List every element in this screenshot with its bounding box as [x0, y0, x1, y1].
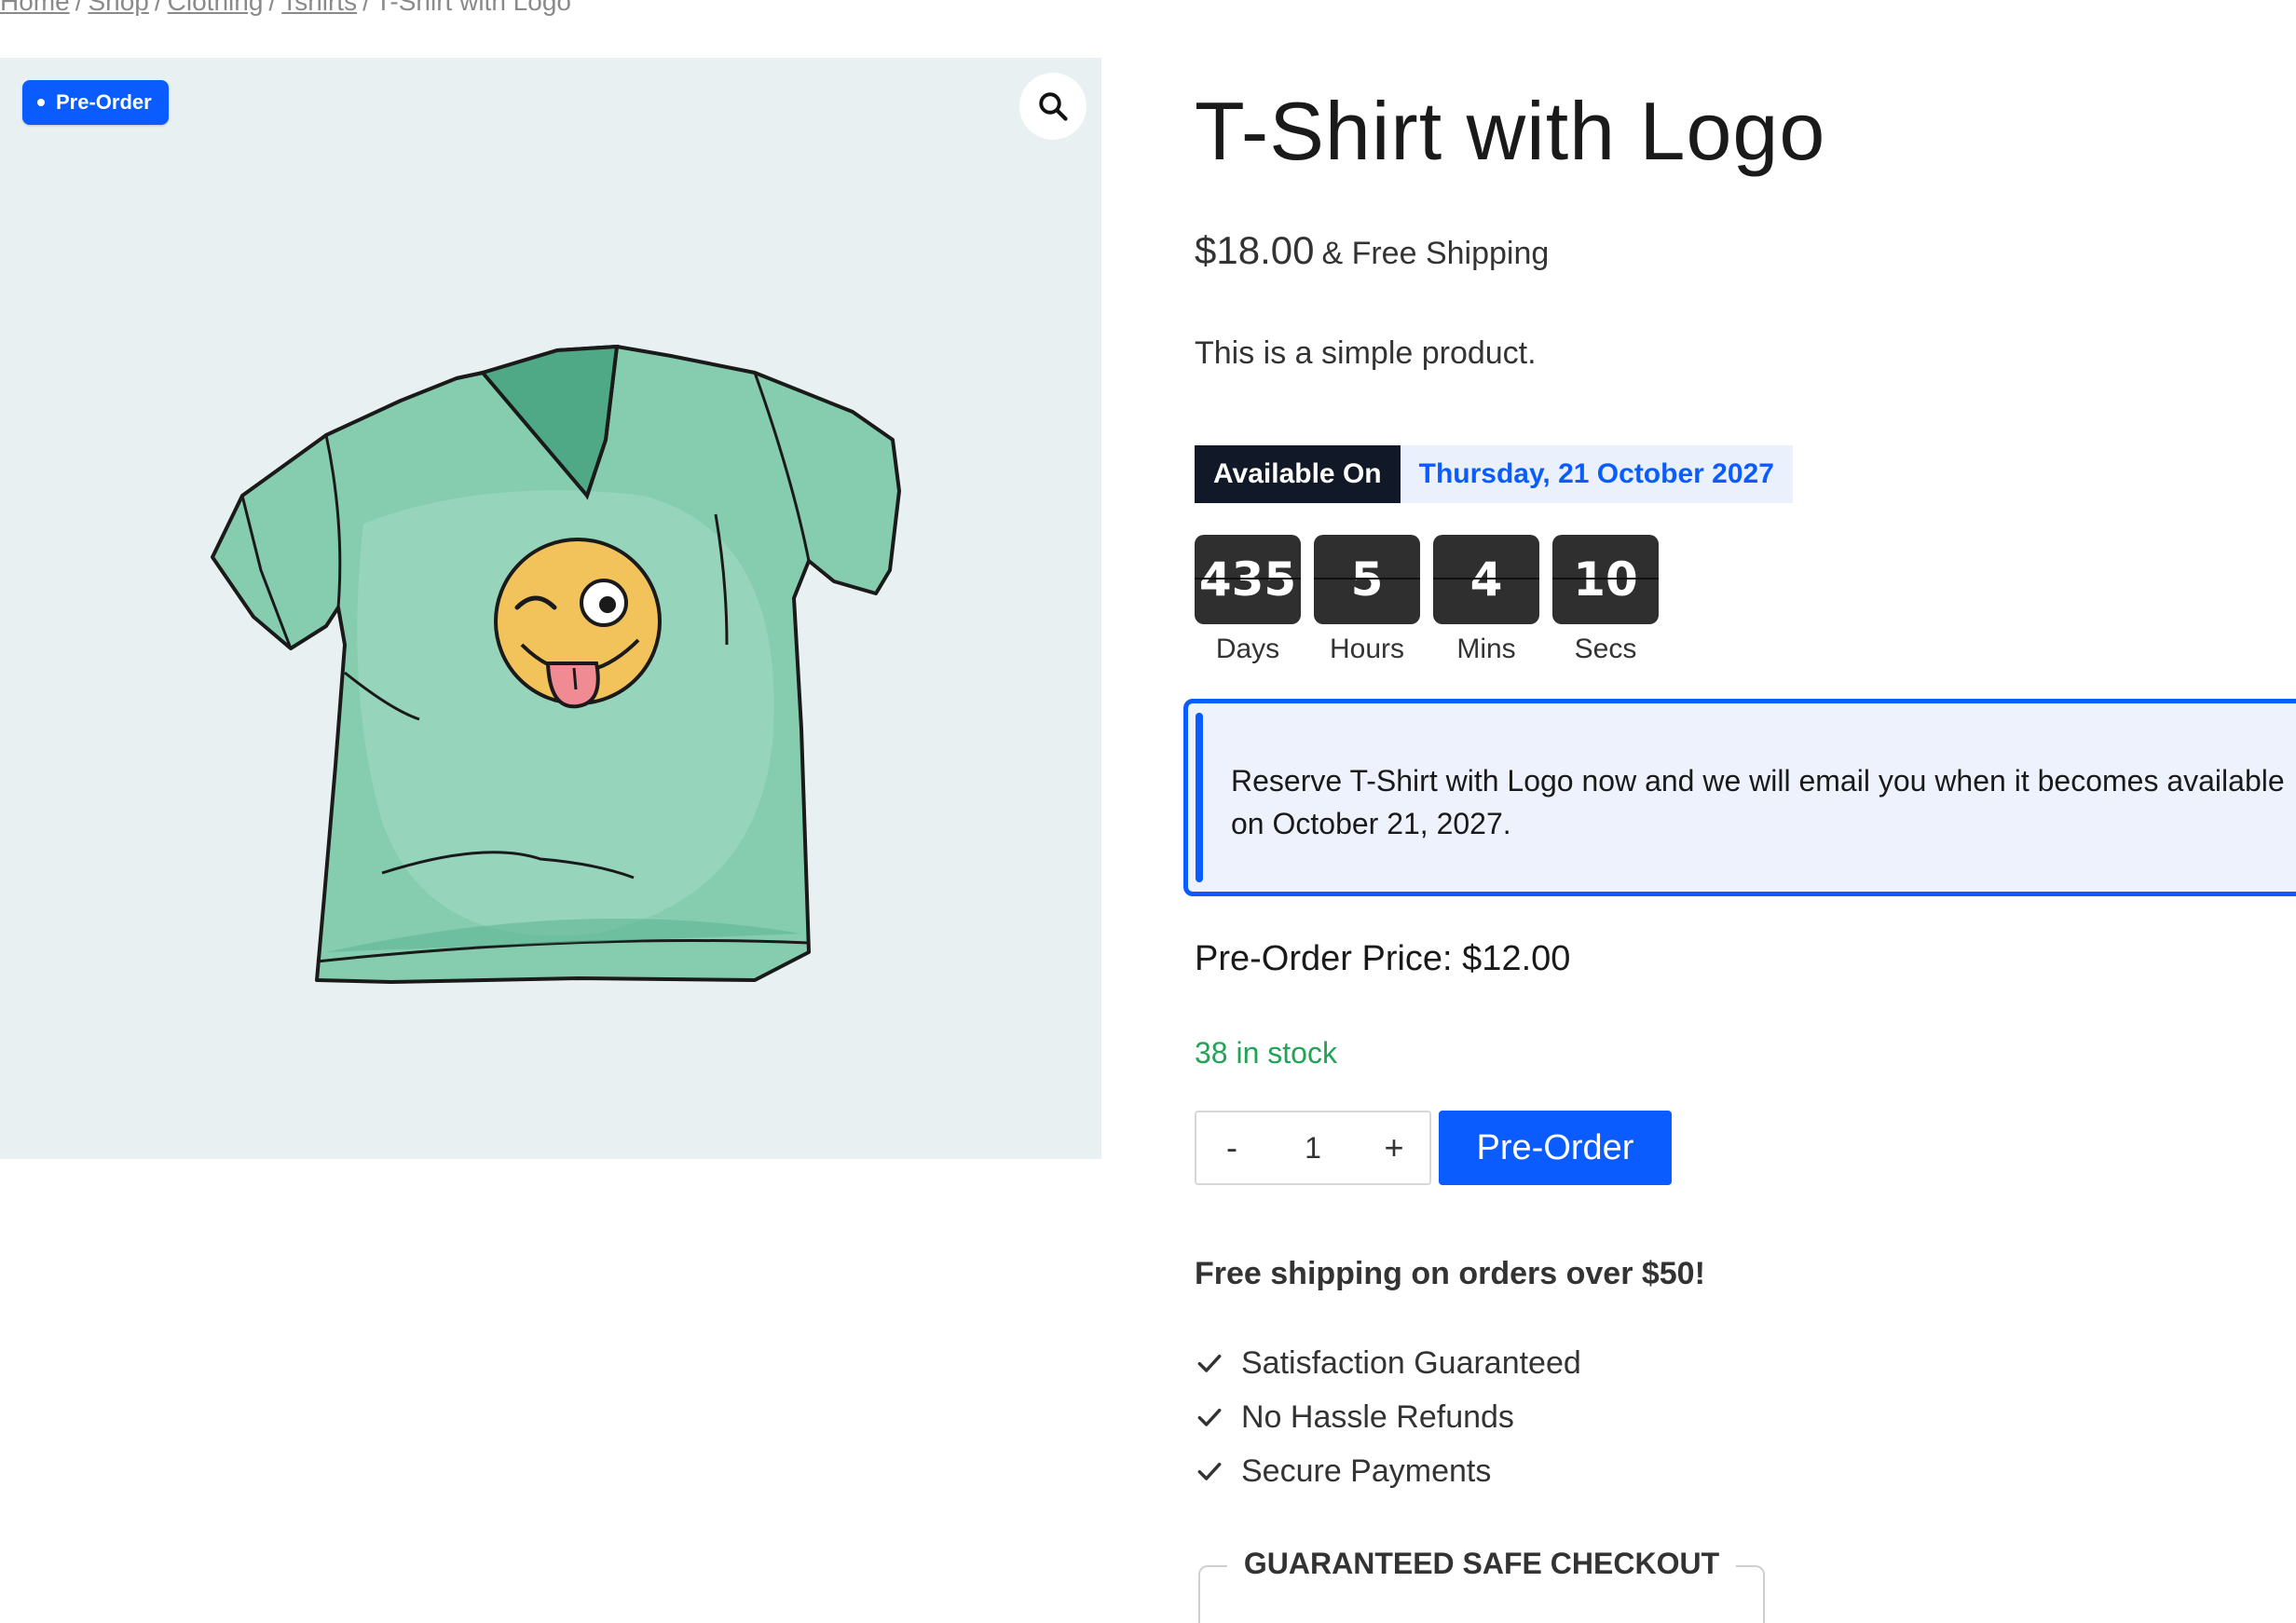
- checkmark-icon: [1197, 1462, 1222, 1480]
- short-description: This is a simple product.: [1195, 335, 1537, 371]
- list-item: No Hassle Refunds: [1195, 1390, 1581, 1444]
- breadcrumb-separator: /: [154, 0, 162, 16]
- breadcrumb-tshirts-link[interactable]: Tshirts: [281, 0, 357, 16]
- countdown-value: 4: [1433, 535, 1539, 624]
- breadcrumb-shop-link[interactable]: Shop: [88, 0, 148, 16]
- countdown-label: Secs: [1574, 634, 1637, 664]
- preorder-notice: Reserve T-Shirt with Logo now and we wil…: [1183, 699, 2296, 896]
- countdown-value: 10: [1552, 535, 1659, 624]
- price-line: $18.00 & Free Shipping: [1195, 228, 1549, 273]
- safe-checkout-title: GUARANTEED SAFE CHECKOUT: [1226, 1547, 1737, 1581]
- countdown-value: 5: [1314, 535, 1420, 624]
- breadcrumb: Home / Shop / Clothing / Tshirts / T-Shirt with …: [0, 0, 571, 17]
- zoom-button[interactable]: [1019, 73, 1086, 140]
- availability-date: Thursday, 21 October 2027: [1400, 445, 1793, 503]
- breadcrumb-clothing-link[interactable]: Clothing: [168, 0, 264, 16]
- quantity-decrement-button[interactable]: -: [1196, 1128, 1267, 1167]
- breadcrumb-home-link[interactable]: Home: [0, 0, 70, 16]
- checkmark-icon: [1197, 1354, 1222, 1372]
- countdown-label: Days: [1215, 634, 1280, 664]
- availability-banner: Available On Thursday, 21 October 2027: [1195, 445, 1793, 503]
- breadcrumb-separator: /: [75, 0, 83, 16]
- product-image[interactable]: [205, 337, 913, 1008]
- stock-status: 38 in stock: [1195, 1036, 1337, 1070]
- breadcrumb-current: T-Shirt with Logo: [375, 0, 571, 16]
- product-gallery: Pre-Order: [0, 58, 1101, 1159]
- benefits-list: Satisfaction Guaranteed No Hassle Refund…: [1195, 1336, 1581, 1498]
- preorder-badge-label: Pre-Order: [56, 90, 152, 114]
- search-icon: [1039, 92, 1068, 121]
- breadcrumb-separator: /: [362, 0, 370, 16]
- quantity-increment-button[interactable]: +: [1359, 1128, 1429, 1167]
- quantity-stepper: - 1 +: [1195, 1111, 1431, 1185]
- product-title: T-Shirt with Logo: [1195, 85, 1826, 177]
- countdown-days: 435 Days: [1195, 535, 1301, 665]
- checkmark-icon: [1197, 1408, 1222, 1426]
- quantity-input[interactable]: 1: [1267, 1131, 1359, 1166]
- countdown-hours: 5 Hours: [1314, 535, 1420, 665]
- product-price: $18.00: [1195, 228, 1315, 272]
- list-item: Secure Payments: [1195, 1444, 1581, 1498]
- benefit-label: Satisfaction Guaranteed: [1241, 1344, 1581, 1381]
- countdown-timer: 435 Days 5 Hours 4 Mins 10 Secs: [1195, 535, 1659, 665]
- list-item: Satisfaction Guaranteed: [1195, 1336, 1581, 1390]
- preorder-price: Pre-Order Price: $12.00: [1195, 939, 1571, 978]
- preorder-badge: Pre-Order: [22, 80, 169, 125]
- badge-dot-icon: [37, 99, 45, 106]
- notice-accent-bar: [1196, 713, 1203, 882]
- shipping-suffix: & Free Shipping: [1321, 236, 1550, 271]
- countdown-label: Hours: [1329, 634, 1405, 664]
- safe-checkout-box: GUARANTEED SAFE CHECKOUT: [1198, 1547, 1765, 1623]
- availability-label: Available On: [1195, 445, 1401, 503]
- countdown-value: 435: [1195, 535, 1301, 624]
- breadcrumb-separator: /: [268, 0, 277, 16]
- benefit-label: Secure Payments: [1241, 1453, 1492, 1489]
- preorder-button[interactable]: Pre-Order: [1439, 1111, 1672, 1185]
- benefit-label: No Hassle Refunds: [1241, 1398, 1514, 1435]
- countdown-mins: 4 Mins: [1433, 535, 1539, 665]
- notice-text: Reserve T-Shirt with Logo now and we wil…: [1231, 764, 2285, 840]
- shipping-offer: Free shipping on orders over $50!: [1195, 1256, 1705, 1291]
- countdown-label: Mins: [1456, 634, 1516, 664]
- countdown-secs: 10 Secs: [1552, 535, 1659, 665]
